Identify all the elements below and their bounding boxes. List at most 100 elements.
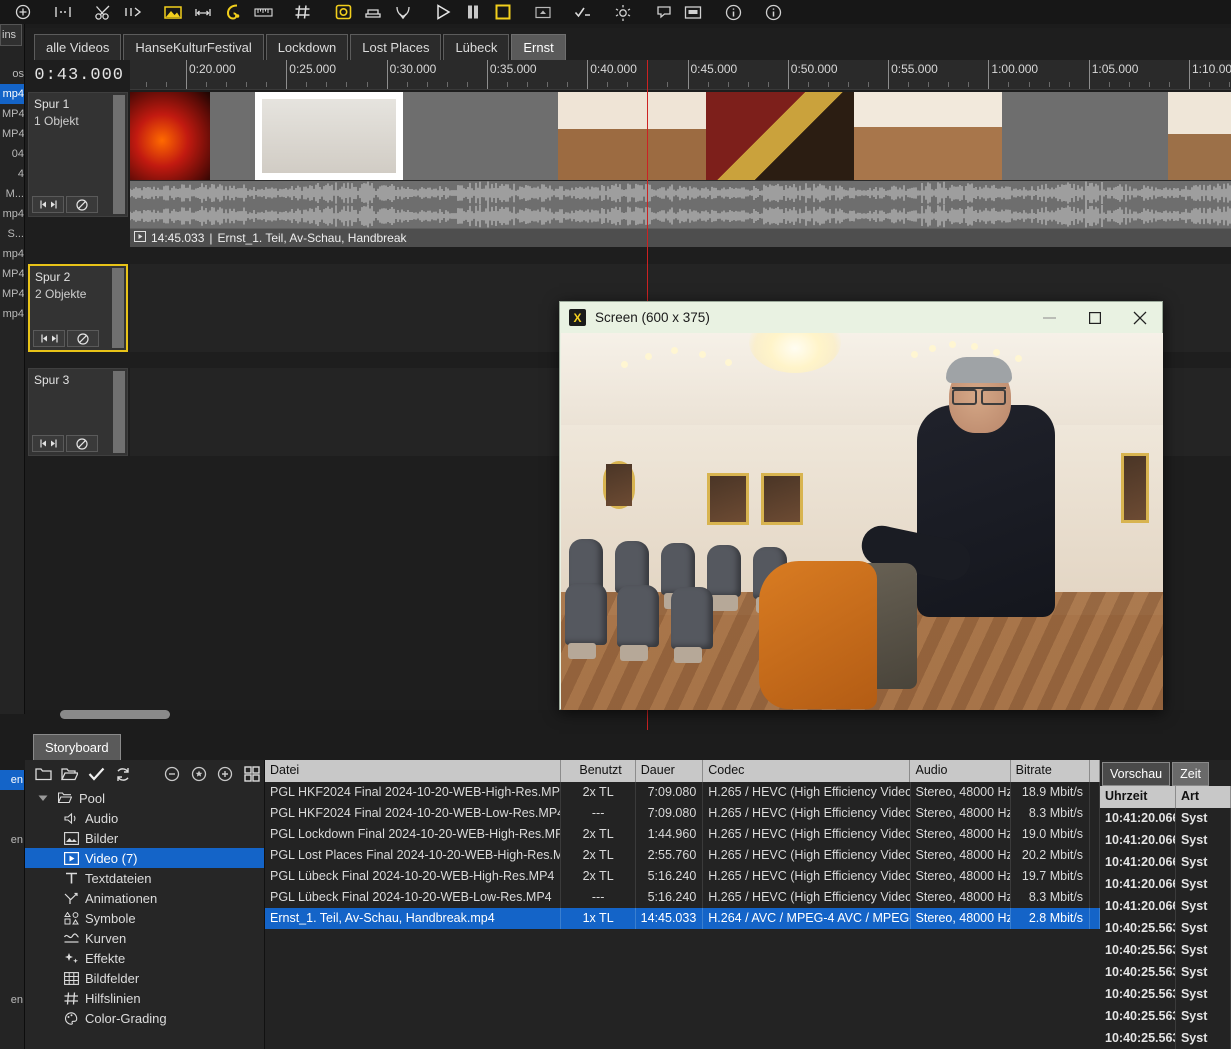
log-row[interactable]: 10:40:25.563 Syst [1100, 962, 1231, 984]
sound-icon[interactable] [218, 0, 248, 24]
pool-item-symbole[interactable]: Symbole [25, 908, 264, 928]
mute-icon[interactable] [67, 330, 99, 347]
range-icon[interactable] [48, 0, 78, 24]
tab-alle-videos[interactable]: alle Videos [34, 34, 122, 60]
play-icon[interactable] [428, 0, 458, 24]
pause-icon[interactable] [458, 0, 488, 24]
pool-item-kurven[interactable]: Kurven [25, 928, 264, 948]
left-edge-bottom-item[interactable]: en [0, 990, 24, 1010]
left-edge-item[interactable]: MP4 [0, 264, 24, 284]
track-1-content[interactable]: 14:45.033 | Ernst_1. Teil, Av-Schau, Han… [130, 92, 1231, 247]
log-row[interactable]: 10:40:25.563 Syst [1100, 1028, 1231, 1049]
left-edge-bottom-item[interactable] [0, 910, 24, 930]
left-edge-item[interactable]: 4 [0, 164, 24, 184]
pool-item-video-7-[interactable]: Video (7) [25, 848, 264, 868]
log-tab-vorschau[interactable]: Vorschau [1102, 762, 1171, 786]
grid-snap-icon[interactable] [288, 0, 318, 24]
pool-item-bilder[interactable]: Bilder [25, 828, 264, 848]
cart-icon[interactable] [358, 0, 388, 24]
left-edge-bottom-item[interactable]: en [0, 770, 24, 790]
table-row[interactable]: Ernst_1. Teil, Av-Schau, Handbreak.mp4 1x… [265, 908, 1101, 929]
left-edge-bottom-item[interactable] [0, 1010, 24, 1030]
marker-icon[interactable] [328, 0, 358, 24]
left-edge-item[interactable]: MP4 [0, 124, 24, 144]
tab-l-beck[interactable]: Lübeck [443, 34, 510, 60]
tab-lost-places[interactable]: Lost Places [350, 34, 442, 60]
pool-item-textdateien[interactable]: Textdateien [25, 868, 264, 888]
table-row[interactable]: PGL Lübeck Final 2024-10-20-WEB-High-Res… [265, 866, 1101, 887]
column-header-extra[interactable] [1090, 760, 1100, 782]
column-header-benutzt[interactable]: Benutzt [561, 760, 636, 782]
image-effect-icon[interactable] [158, 0, 188, 24]
note-icon[interactable] [678, 0, 708, 24]
tab-hansekulturfestival[interactable]: HanseKulturFestival [123, 34, 264, 60]
log-row[interactable]: 10:40:25.563 Syst [1100, 984, 1231, 1006]
log-column-uhrzeit[interactable]: Uhrzeit [1100, 786, 1176, 808]
stop-icon[interactable] [488, 0, 518, 24]
track-header-3[interactable]: Spur 3 [28, 368, 128, 456]
chevron-down-icon[interactable] [35, 790, 51, 806]
comment-icon[interactable] [648, 0, 678, 24]
pool-item-audio[interactable]: Audio [25, 808, 264, 828]
left-edge-bottom-item[interactable] [0, 930, 24, 950]
log-tab-zeit[interactable]: Zeit [1172, 762, 1209, 786]
minimize-button[interactable] [1027, 302, 1072, 333]
zoom-fit-icon[interactable] [187, 762, 211, 786]
left-edge-item[interactable]: M... [0, 184, 24, 204]
column-header-audio[interactable]: Audio [910, 760, 1011, 782]
column-header-bitrate[interactable]: Bitrate [1011, 760, 1091, 782]
log-row[interactable]: 10:41:20.066 Syst [1100, 852, 1231, 874]
left-edge-bottom-item[interactable] [0, 1030, 24, 1049]
preview-window[interactable]: X Screen (600 x 375) [559, 301, 1163, 710]
left-edge-item[interactable]: mp4 [0, 304, 24, 324]
log-row[interactable]: 10:40:25.563 Syst [1100, 1006, 1231, 1028]
log-row[interactable]: 10:41:20.066 Syst [1100, 808, 1231, 830]
left-edge-item[interactable]: mp4 [0, 204, 24, 224]
grid-view-icon[interactable] [240, 762, 264, 786]
left-edge-bottom-item[interactable] [0, 950, 24, 970]
column-header-dauer[interactable]: Dauer [636, 760, 704, 782]
help-icon[interactable] [758, 0, 788, 24]
download-icon[interactable] [388, 0, 418, 24]
mute-icon[interactable] [66, 435, 98, 452]
log-column-art[interactable]: Art [1176, 786, 1231, 808]
track-header-1[interactable]: Spur 1 1 Objekt [28, 92, 128, 217]
refresh-icon[interactable] [110, 762, 134, 786]
check-icon[interactable] [84, 762, 108, 786]
table-row[interactable]: PGL HKF2024 Final 2024-10-20-WEB-High-Re… [265, 782, 1101, 803]
mute-icon[interactable] [66, 196, 98, 213]
close-button[interactable] [1117, 302, 1162, 333]
left-edge-item[interactable]: mp4 [0, 244, 24, 264]
track-header-2[interactable]: Spur 2 2 Objekte [28, 264, 128, 352]
track-scroll-handle[interactable] [113, 95, 125, 214]
split-icon[interactable] [118, 0, 148, 24]
settings-gear-icon[interactable] [608, 0, 638, 24]
pool-item-hilfslinien[interactable]: Hilfslinien [25, 988, 264, 1008]
table-row[interactable]: PGL HKF2024 Final 2024-10-20-WEB-Low-Res… [265, 803, 1101, 824]
pool-item-bildfelder[interactable]: Bildfelder [25, 968, 264, 988]
left-edge-item[interactable]: MP4 [0, 284, 24, 304]
scissors-icon[interactable] [88, 0, 118, 24]
log-row[interactable]: 10:40:25.563 Syst [1100, 918, 1231, 940]
fit-icon[interactable] [32, 435, 64, 452]
audio-waveform[interactable] [130, 181, 1231, 228]
zoom-in-icon[interactable] [213, 762, 237, 786]
tree-node-pool[interactable]: Pool [25, 788, 264, 808]
open-folder-icon[interactable] [57, 762, 81, 786]
track-scroll-handle[interactable] [113, 371, 125, 453]
tab-ernst[interactable]: Ernst [511, 34, 566, 60]
info-icon[interactable] [718, 0, 748, 24]
pool-item-color-grading[interactable]: Color-Grading [25, 1008, 264, 1028]
fit-icon[interactable] [32, 196, 64, 213]
table-row[interactable]: PGL Lübeck Final 2024-10-20-WEB-Low-Res.… [265, 887, 1101, 908]
left-edge-bottom-item[interactable] [0, 790, 24, 810]
preview-window-titlebar[interactable]: X Screen (600 x 375) [560, 302, 1162, 333]
column-header-datei[interactable]: Datei [265, 760, 562, 782]
table-row[interactable]: PGL Lost Places Final 2024-10-20-WEB-Hig… [265, 845, 1101, 866]
pool-item-effekte[interactable]: Effekte [25, 948, 264, 968]
timeline-ruler[interactable]: 0:20.000 0:25.000 0:30.000 0:35.000 0:40.000… [130, 60, 1231, 90]
new-folder-icon[interactable] [31, 762, 55, 786]
zoom-out-icon[interactable] [160, 762, 184, 786]
left-edge-item[interactable]: os [0, 64, 24, 84]
track-scroll-handle[interactable] [112, 268, 124, 348]
